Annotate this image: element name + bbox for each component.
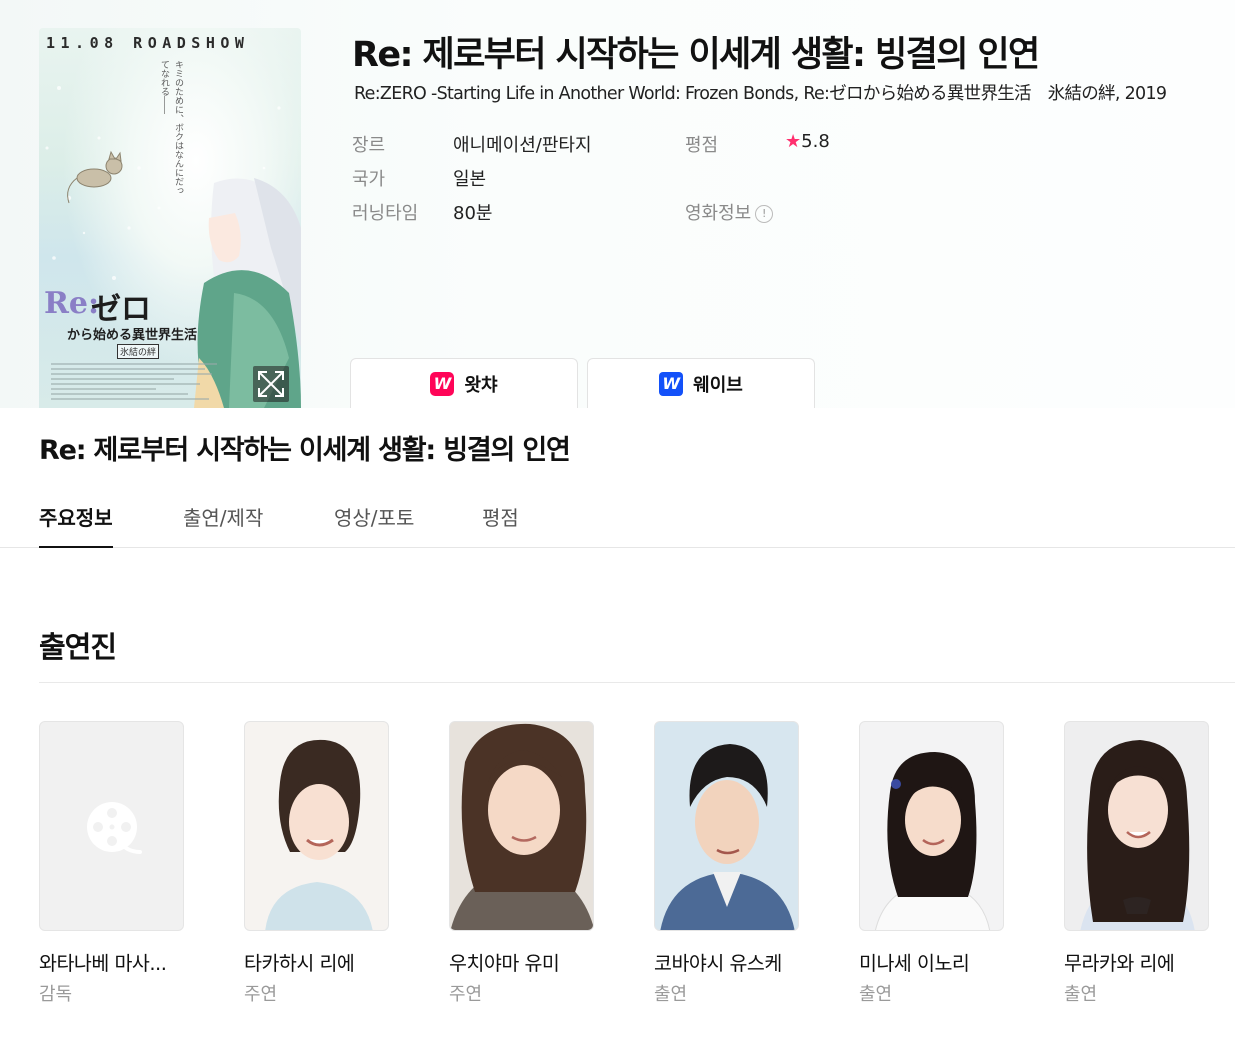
runtime-label: 러닝타임 bbox=[352, 203, 419, 224]
cast-role: 주연 bbox=[244, 984, 278, 1005]
film-reel-icon bbox=[87, 802, 142, 854]
section-divider bbox=[39, 682, 1235, 683]
runtime-value: 80분 bbox=[453, 203, 493, 224]
cast-card[interactable]: 미나세 이노리 출연 bbox=[859, 721, 1004, 1006]
cast-name: 타카하시 리에 bbox=[244, 952, 355, 975]
wavve-logo-icon: W bbox=[659, 371, 684, 396]
cast-section-title: 출연진 bbox=[39, 630, 117, 664]
cast-role: 감독 bbox=[39, 984, 73, 1005]
watcha-logo-icon: W bbox=[430, 371, 455, 396]
movie-title: Re: 제로부터 시작하는 이세계 생활: 빙결의 인연 bbox=[352, 35, 1040, 75]
movie-info-link[interactable]: 영화정보! bbox=[685, 199, 774, 225]
cast-photo bbox=[654, 721, 799, 931]
cast-name: 와타나베 마사... bbox=[39, 952, 167, 975]
expand-icon bbox=[258, 371, 284, 397]
country-label: 국가 bbox=[352, 169, 386, 190]
poster-credits bbox=[51, 360, 226, 403]
cast-name: 무라카와 리에 bbox=[1064, 952, 1175, 975]
cast-photo bbox=[449, 721, 594, 931]
genre-label: 장르 bbox=[352, 135, 386, 156]
poster-expand-button[interactable] bbox=[253, 366, 289, 402]
cast-name: 미나세 이노리 bbox=[859, 952, 970, 975]
cast-card[interactable]: 와타나베 마사... 감독 bbox=[39, 721, 184, 1006]
tab-video-photo[interactable]: 영상/포토 bbox=[334, 502, 414, 548]
rating-number: 5.8 bbox=[801, 131, 830, 152]
portrait-image bbox=[450, 723, 593, 930]
info-icon[interactable]: ! bbox=[755, 205, 774, 223]
poster-logo-subtitle: から始める異世界生活 bbox=[67, 328, 198, 343]
movie-alt-title: Re:ZERO -Starting Life in Another World:… bbox=[354, 84, 1167, 104]
cast-role: 출연 bbox=[654, 984, 688, 1005]
rating-label: 평점 bbox=[685, 135, 719, 156]
cast-photo bbox=[1064, 721, 1209, 931]
poster-roadshow-text: 11.08 ROADSHOW bbox=[46, 34, 250, 52]
cast-card[interactable]: 우치야마 유미 주연 bbox=[449, 721, 594, 1006]
tab-cast-crew[interactable]: 출연/제작 bbox=[183, 502, 263, 548]
cast-photo-placeholder bbox=[39, 721, 184, 931]
cast-card[interactable]: 코바야시 유스케 출연 bbox=[654, 721, 799, 1006]
portrait-image bbox=[875, 752, 991, 930]
wavve-button[interactable]: W 웨이브 bbox=[587, 358, 815, 408]
rating-value: ★5.8 bbox=[785, 131, 830, 152]
star-icon: ★ bbox=[785, 131, 802, 152]
movie-info-label: 영화정보 bbox=[685, 203, 752, 224]
wavve-label: 웨이브 bbox=[693, 374, 743, 396]
portrait-image bbox=[1080, 740, 1195, 930]
cast-role: 출연 bbox=[1064, 984, 1098, 1005]
cast-card[interactable]: 타카하시 리에 주연 bbox=[244, 721, 389, 1006]
watcha-label: 왓챠 bbox=[464, 374, 498, 396]
cast-card[interactable]: 무라카와 리에 출연 bbox=[1064, 721, 1209, 1006]
cast-role: 주연 bbox=[449, 984, 483, 1005]
poster-logo-zero: ゼロ bbox=[91, 292, 151, 327]
country-value: 일본 bbox=[453, 169, 487, 190]
tab-ratings[interactable]: 평점 bbox=[482, 502, 519, 548]
poster-logo-tag: 氷結の絆 bbox=[117, 344, 160, 359]
watcha-button[interactable]: W 왓챠 bbox=[350, 358, 578, 408]
tab-main-info[interactable]: 주요정보 bbox=[39, 502, 113, 548]
page-subtitle: Re: 제로부터 시작하는 이세계 생활: 빙결의 인연 bbox=[39, 435, 571, 466]
movie-poster[interactable]: 11.08 ROADSHOW キミのために、ボクはなんにだってなれる―― Re:… bbox=[39, 28, 301, 408]
cast-name: 우치야마 유미 bbox=[449, 952, 560, 975]
poster-tagline: キミのために、ボクはなんにだってなれる―― bbox=[159, 60, 183, 195]
cast-role: 출연 bbox=[859, 984, 893, 1005]
portrait-image bbox=[265, 739, 373, 930]
tab-bar: 주요정보 출연/제작 영상/포토 평점 bbox=[0, 482, 1235, 548]
cast-photo bbox=[244, 721, 389, 931]
portrait-image bbox=[660, 744, 795, 930]
cast-name: 코바야시 유스케 bbox=[654, 952, 782, 975]
cast-photo bbox=[859, 721, 1004, 931]
genre-value: 애니메이션/판타지 bbox=[453, 135, 592, 156]
